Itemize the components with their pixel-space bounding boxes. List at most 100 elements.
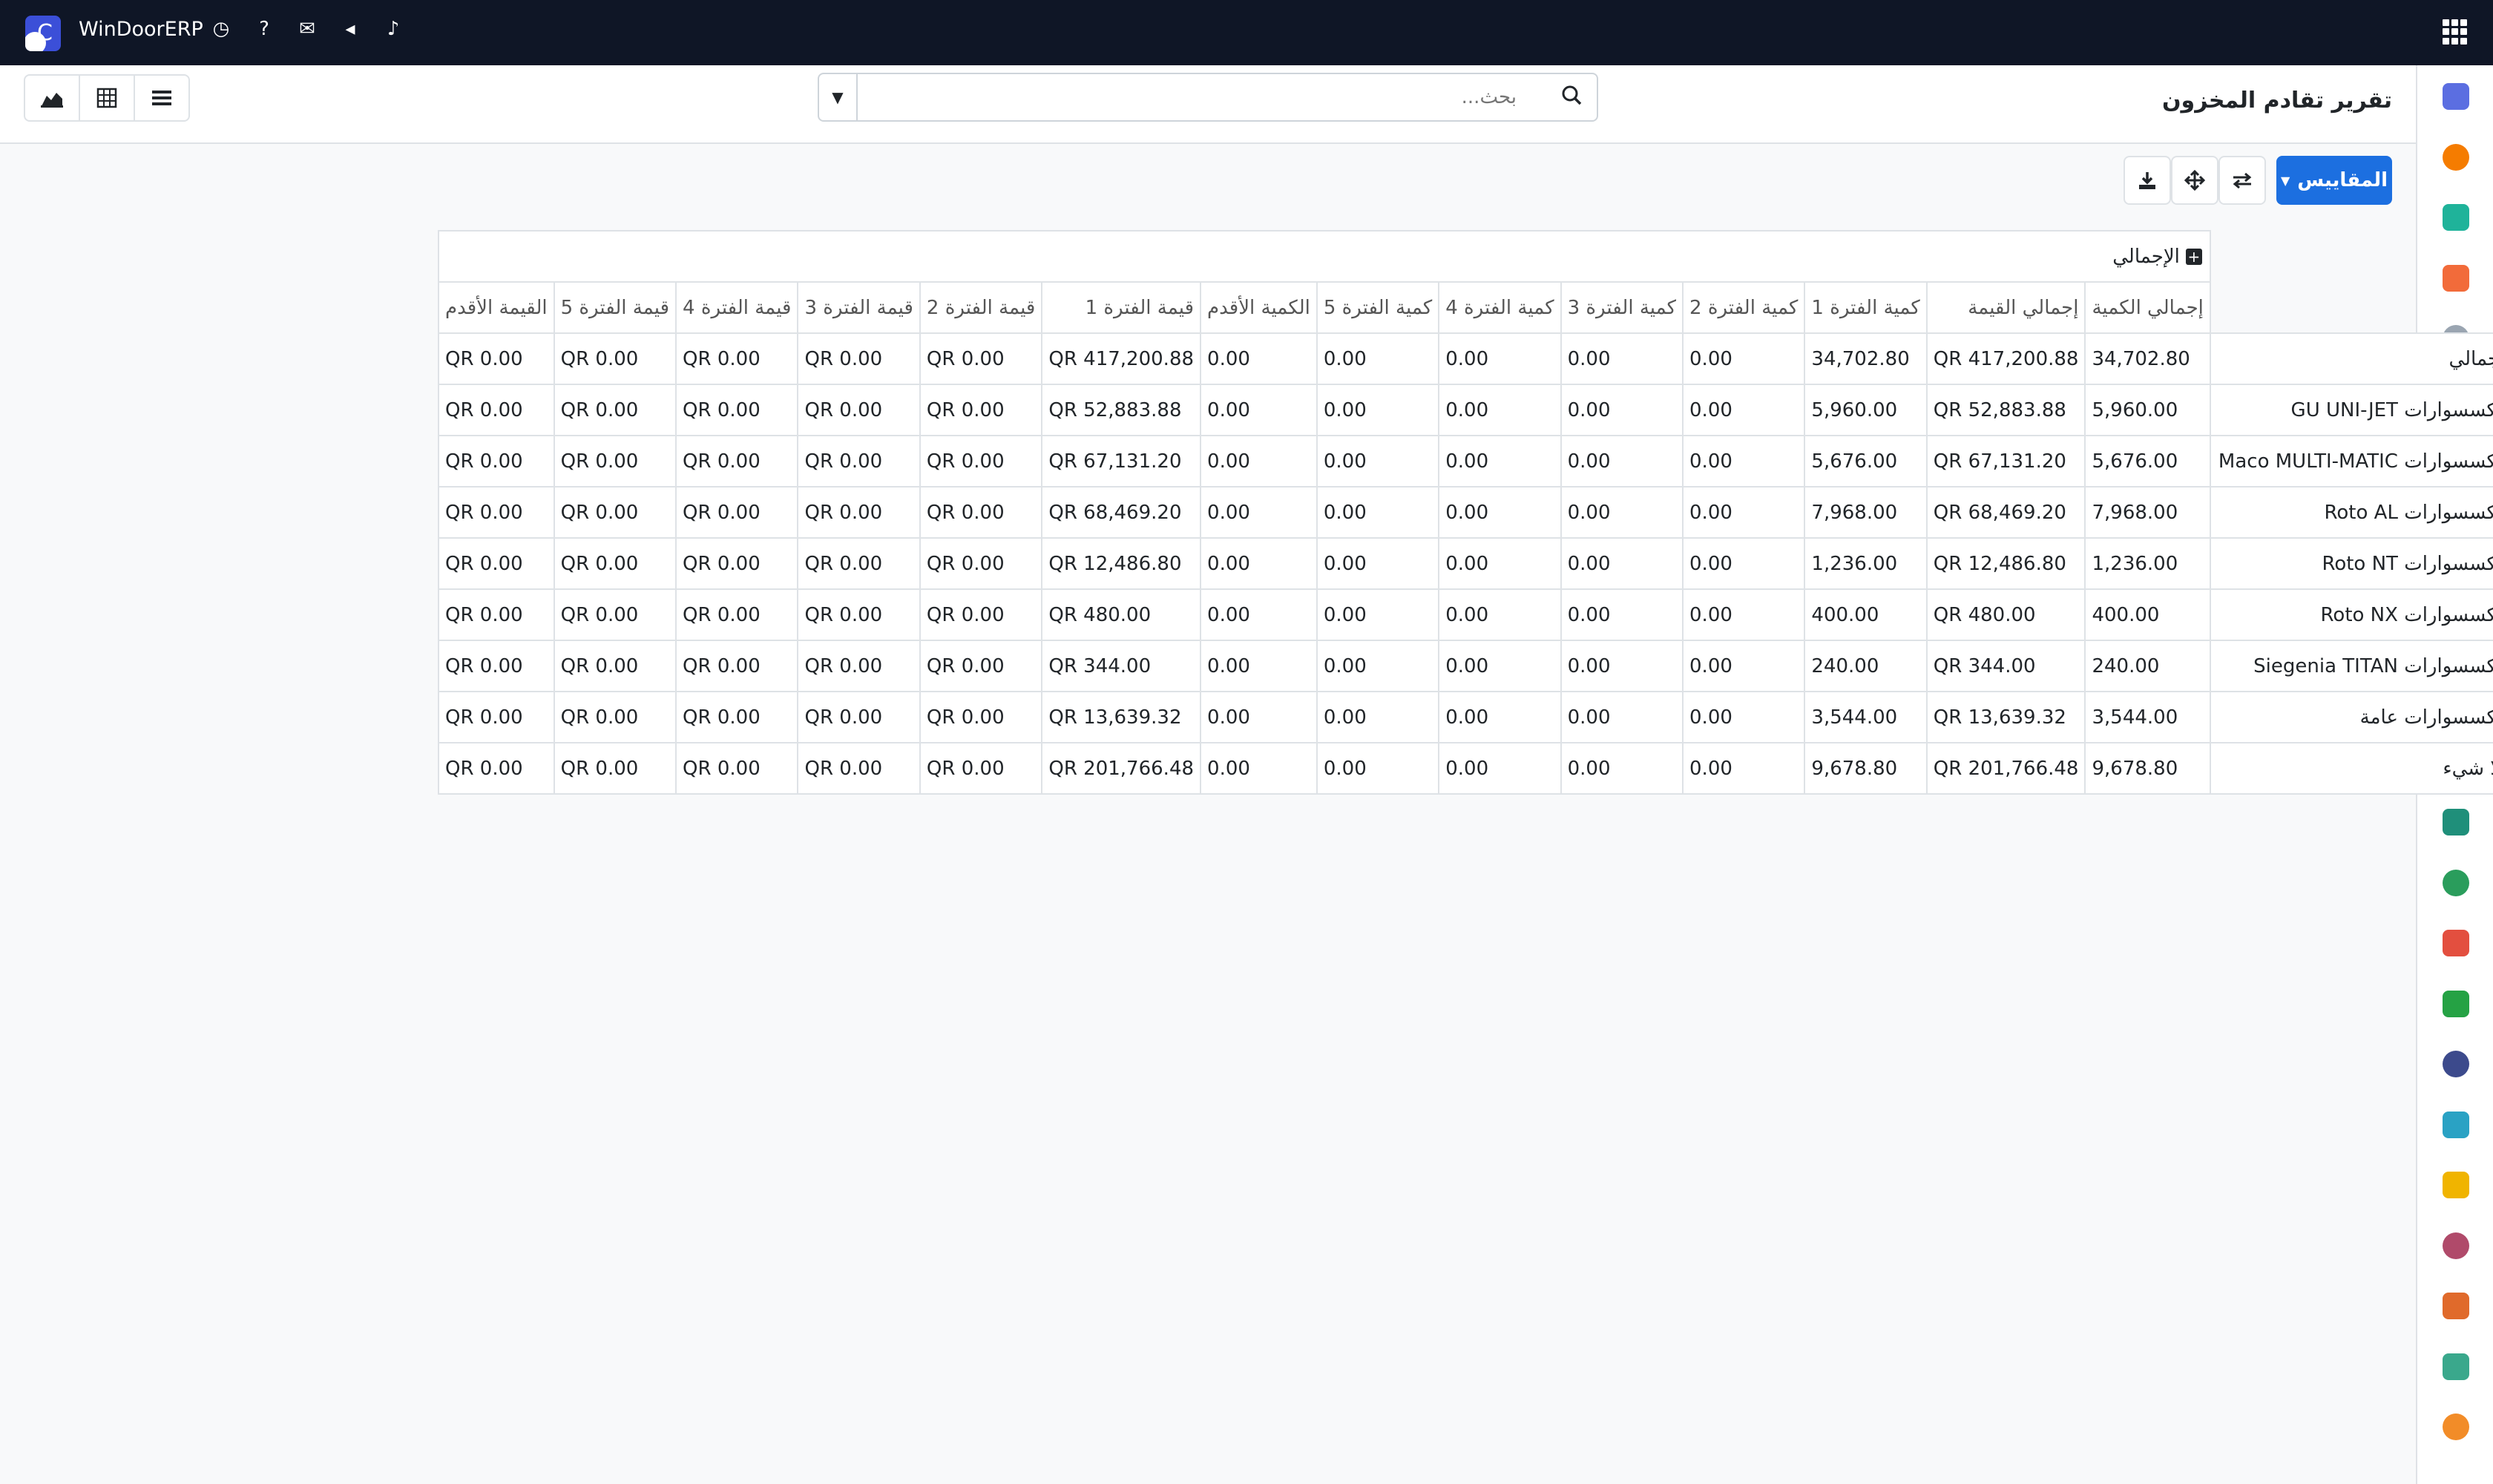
table-cell[interactable]: 0.00 QR — [919, 742, 1043, 795]
table-cell[interactable]: 240.00 — [2084, 640, 2211, 692]
table-cell[interactable]: 0.00 QR — [553, 691, 677, 743]
contacts-icon[interactable] — [2443, 869, 2469, 896]
measure-header[interactable]: كمية الفترة 3 — [1560, 281, 1684, 334]
table-cell[interactable]: 5,676.00 — [2084, 435, 2211, 487]
table-cell[interactable]: 0.00 — [1682, 691, 1806, 743]
table-cell[interactable]: 400.00 — [2084, 588, 2211, 641]
table-cell[interactable]: 12,486.80 QR — [1925, 537, 2086, 590]
table-cell[interactable]: 3,544.00 — [2084, 691, 2211, 743]
table-cell[interactable]: 0.00 QR — [919, 486, 1043, 539]
flip-axis-button[interactable] — [2218, 156, 2266, 205]
table-cell[interactable]: 0.00 — [1438, 537, 1562, 590]
table-cell[interactable]: 0.00 QR — [675, 537, 799, 590]
row-header[interactable]: +لا شيء — [2209, 742, 2493, 795]
table-cell[interactable]: 13,639.32 QR — [1925, 691, 2086, 743]
table-cell[interactable]: 0.00 QR — [553, 435, 677, 487]
download-button[interactable] — [2124, 156, 2171, 205]
measure-header[interactable]: القيمة الأقدم — [438, 281, 555, 334]
table-cell[interactable]: 0.00 QR — [675, 332, 799, 385]
table-cell[interactable]: 0.00 QR — [438, 332, 555, 385]
measure-header[interactable]: قيمة الفترة 4 — [675, 281, 799, 334]
apps-menu-icon[interactable] — [2443, 19, 2468, 45]
table-cell[interactable]: 0.00 — [1438, 588, 1562, 641]
table-cell[interactable]: 0.00 — [1560, 588, 1684, 641]
table-cell[interactable]: 0.00 QR — [675, 742, 799, 795]
table-cell[interactable]: 0.00 — [1200, 537, 1318, 590]
hexagon-icon[interactable] — [2443, 1293, 2469, 1319]
table-cell[interactable]: 0.00 QR — [438, 537, 555, 590]
table-cell[interactable]: 5,960.00 — [1804, 384, 1928, 436]
table-cell[interactable]: 0.00 QR — [553, 384, 677, 436]
comments-icon[interactable]: ✉ — [297, 18, 318, 40]
table-cell[interactable]: 240.00 — [1804, 640, 1928, 692]
table-cell[interactable]: 0.00 — [1200, 588, 1318, 641]
table-cell[interactable]: 0.00 — [1438, 691, 1562, 743]
column-group-header[interactable]: + الإجمالي — [438, 230, 2211, 283]
table-cell[interactable]: 0.00 — [1682, 435, 1806, 487]
table-cell[interactable]: 0.00 — [1438, 384, 1562, 436]
table-cell[interactable]: 0.00 — [1316, 640, 1440, 692]
table-cell[interactable]: 0.00 — [1560, 486, 1684, 539]
measure-header[interactable]: كمية الفترة 1 — [1804, 281, 1928, 334]
table-cell[interactable]: 0.00 — [1200, 332, 1318, 385]
table-cell[interactable]: 0.00 — [1200, 486, 1318, 539]
measure-header[interactable]: كمية الفترة 5 — [1316, 281, 1440, 334]
list-view-button[interactable] — [134, 74, 190, 122]
measure-header[interactable]: قيمة الفترة 2 — [919, 281, 1043, 334]
diamond-icon[interactable] — [2443, 204, 2469, 231]
table-cell[interactable]: 0.00 — [1316, 691, 1440, 743]
layers-icon[interactable] — [2443, 1232, 2469, 1259]
table-cell[interactable]: 0.00 QR — [438, 640, 555, 692]
table-cell[interactable]: 0.00 QR — [797, 384, 921, 436]
table-cell[interactable]: 0.00 QR — [797, 742, 921, 795]
row-header[interactable]: +إكسسوارات Siegenia TITAN — [2209, 640, 2493, 692]
table-cell[interactable]: 0.00 QR — [438, 742, 555, 795]
measure-header[interactable]: إجمالي الكمية — [2084, 281, 2211, 334]
table-cell[interactable]: 201,766.48 QR — [1925, 742, 2086, 795]
table-cell[interactable]: 0.00 — [1682, 332, 1806, 385]
table-cell[interactable]: 0.00 — [1438, 486, 1562, 539]
table-cell[interactable]: 480.00 QR — [1925, 588, 2086, 641]
m-app-icon[interactable] — [2443, 83, 2469, 110]
table-cell[interactable]: 201,766.48 QR — [1041, 742, 1202, 795]
dashboard-icon[interactable] — [2443, 930, 2469, 956]
table-cell[interactable]: 0.00 — [1682, 588, 1806, 641]
table-cell[interactable]: 417,200.88 QR — [1041, 332, 1202, 385]
table-cell[interactable]: 12,486.80 QR — [1041, 537, 1202, 590]
table-cell[interactable]: 400.00 — [1804, 588, 1928, 641]
table-cell[interactable]: 0.00 QR — [797, 486, 921, 539]
table-cell[interactable]: 0.00 QR — [797, 588, 921, 641]
table-cell[interactable]: 52,883.88 QR — [1925, 384, 2086, 436]
row-header[interactable]: +إكسسوارات Roto NX — [2209, 588, 2493, 641]
search-icon[interactable] — [1561, 85, 1582, 111]
pen-icon[interactable] — [2443, 809, 2469, 835]
table-cell[interactable]: 0.00 QR — [919, 332, 1043, 385]
table-cell[interactable]: 0.00 — [1316, 435, 1440, 487]
measure-header[interactable]: قيمة الفترة 3 — [797, 281, 921, 334]
table-cell[interactable]: 344.00 QR — [1041, 640, 1202, 692]
search-options-toggle[interactable]: ▼ — [819, 74, 858, 120]
measure-header[interactable]: قيمة الفترة 1 — [1041, 281, 1202, 334]
whatsapp-icon[interactable] — [2443, 990, 2469, 1017]
table-cell[interactable]: 67,131.20 QR — [1041, 435, 1202, 487]
table-cell[interactable]: 67,131.20 QR — [1925, 435, 2086, 487]
table-cell[interactable]: 0.00 QR — [553, 537, 677, 590]
row-header[interactable]: +إكسسوارات GU UNI-JET — [2209, 384, 2493, 436]
table-cell[interactable]: 0.00 — [1560, 435, 1684, 487]
table-cell[interactable]: 0.00 QR — [675, 588, 799, 641]
table-cell[interactable]: 0.00 — [1438, 640, 1562, 692]
table-cell[interactable]: 0.00 QR — [553, 332, 677, 385]
table-cell[interactable]: 0.00 — [1316, 742, 1440, 795]
table-cell[interactable]: 0.00 QR — [675, 486, 799, 539]
table-cell[interactable]: 13,639.32 QR — [1041, 691, 1202, 743]
table-cell[interactable]: 0.00 — [1316, 332, 1440, 385]
table-cell[interactable]: 0.00 — [1682, 486, 1806, 539]
wave-icon[interactable] — [2443, 1111, 2469, 1138]
table-cell[interactable]: 68,469.20 QR — [1041, 486, 1202, 539]
table-cell[interactable]: 9,678.80 — [1804, 742, 1928, 795]
table-cell[interactable]: 0.00 QR — [438, 691, 555, 743]
table-cell[interactable]: 0.00 QR — [675, 691, 799, 743]
table-cell[interactable]: 0.00 QR — [919, 640, 1043, 692]
table-cell[interactable]: 0.00 QR — [919, 537, 1043, 590]
gear-box-icon[interactable] — [2443, 1414, 2469, 1440]
